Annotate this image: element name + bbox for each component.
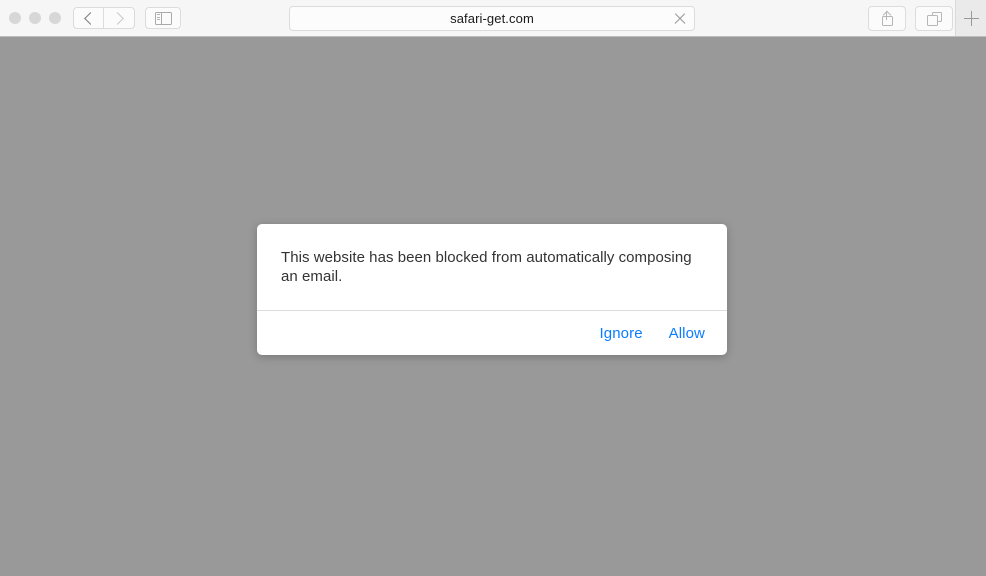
close-window-button[interactable] [9, 12, 21, 24]
tab-overview-button[interactable] [915, 6, 953, 31]
address-bar[interactable]: safari-get.com [289, 6, 695, 31]
navigation-buttons [73, 7, 135, 29]
javascript-alert-dialog: This website has been blocked from autom… [257, 224, 727, 355]
minimize-window-button[interactable] [29, 12, 41, 24]
stop-loading-icon[interactable] [672, 11, 688, 27]
dialog-button-row: Ignore Allow [257, 310, 727, 355]
tab-overview-icon [926, 11, 942, 26]
ignore-button[interactable]: Ignore [600, 325, 643, 342]
share-button[interactable] [868, 6, 906, 31]
page-content-area: This website has been blocked from autom… [0, 37, 986, 576]
sidebar-icon [154, 11, 172, 25]
chevron-right-icon [111, 11, 124, 25]
address-bar-text: safari-get.com [450, 11, 534, 26]
back-button[interactable] [73, 7, 104, 29]
window-controls [0, 12, 61, 24]
dialog-message-text: This website has been blocked from autom… [281, 249, 692, 285]
plus-icon [963, 10, 979, 26]
browser-window: safari-get.com This website has been blo… [0, 0, 986, 576]
zoom-window-button[interactable] [49, 12, 61, 24]
forward-button[interactable] [104, 7, 135, 29]
toolbar-right-buttons [868, 6, 953, 31]
chevron-left-icon [83, 11, 97, 25]
new-tab-button[interactable] [955, 0, 986, 36]
share-icon [881, 10, 893, 26]
browser-toolbar: safari-get.com [0, 0, 986, 37]
allow-button[interactable]: Allow [669, 325, 705, 342]
sidebar-toggle-button[interactable] [145, 7, 181, 29]
